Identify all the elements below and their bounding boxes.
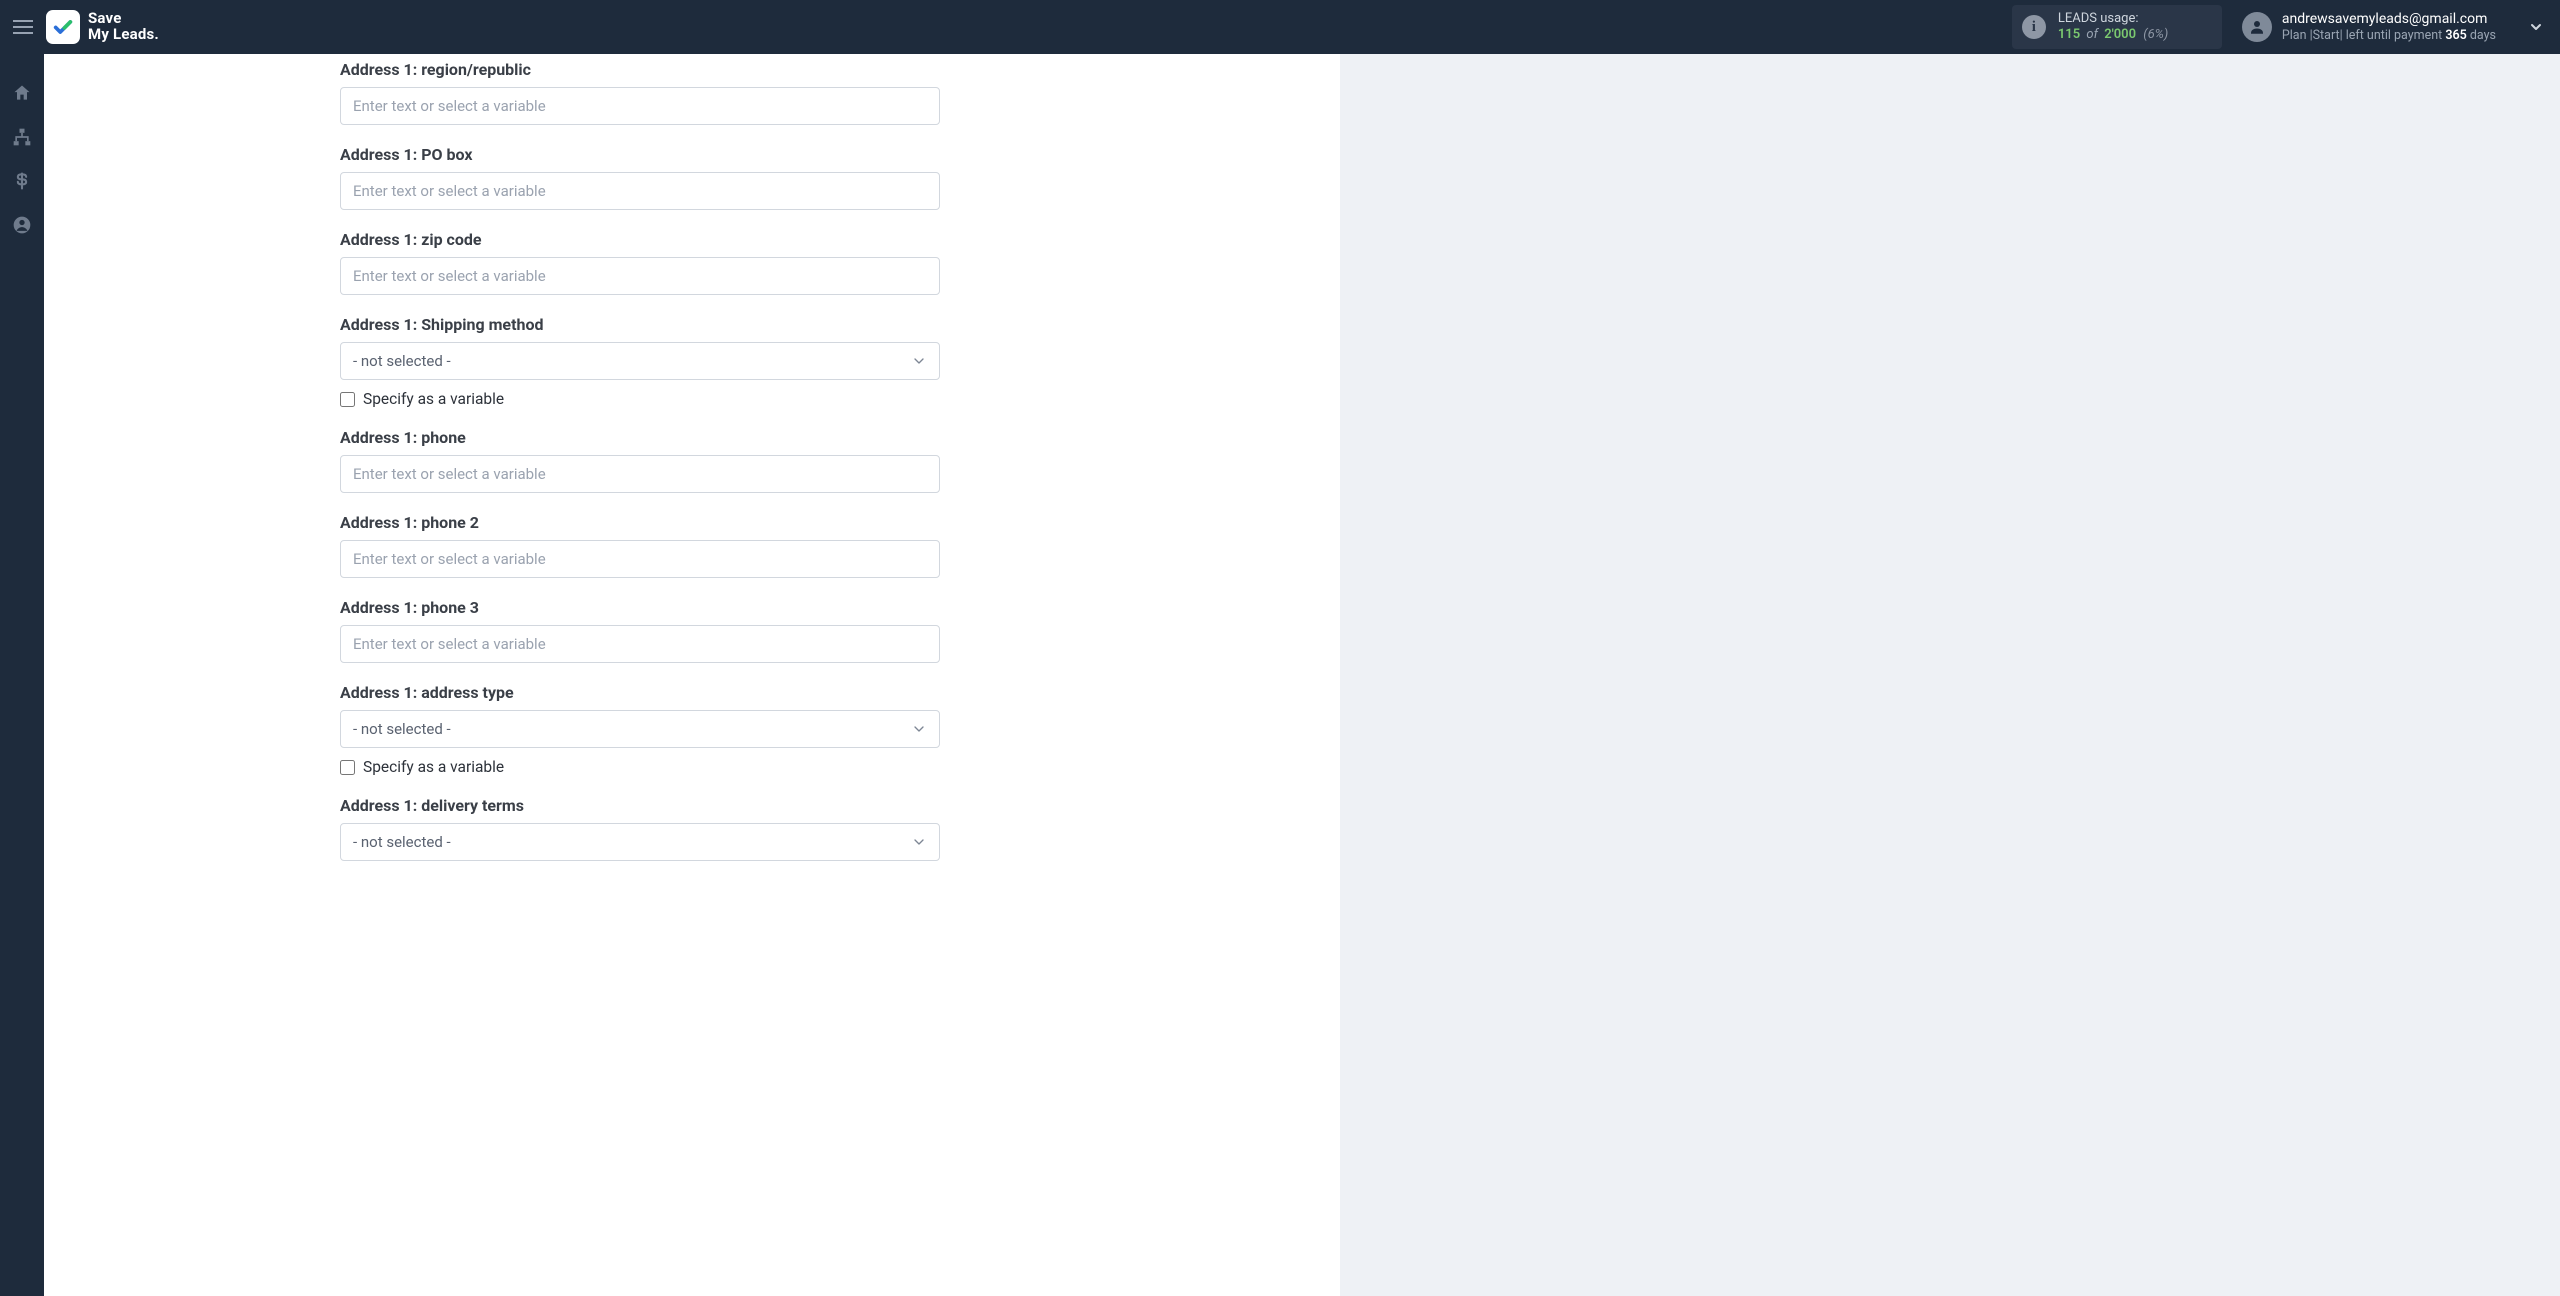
leads-usage-title: LEADS usage: <box>2058 11 2168 27</box>
input-phone-text[interactable] <box>353 456 927 492</box>
input-region-text[interactable] <box>353 88 927 124</box>
leads-of: of <box>2086 27 2098 42</box>
home-icon <box>12 83 32 103</box>
input-phone3[interactable] <box>340 625 940 663</box>
input-phone2[interactable] <box>340 540 940 578</box>
field-region: Address 1: region/republic <box>44 60 1340 125</box>
label-pobox: Address 1: PO box <box>340 145 1044 164</box>
form-card: Address 1: region/republic Address 1: PO… <box>44 54 1340 1296</box>
specify-variable-addrtype[interactable]: Specify as a variable <box>340 758 1044 776</box>
input-phone[interactable] <box>340 455 940 493</box>
plan-days-suffix: days <box>2467 28 2496 43</box>
dollar-icon <box>12 171 32 191</box>
select-delivery-value: - not selected - <box>353 833 451 851</box>
select-addrtype-value: - not selected - <box>353 720 451 738</box>
app-header: Save My Leads. i LEADS usage: 115 of 2'0… <box>0 0 2560 54</box>
leads-total-count: 2'000 <box>2104 27 2136 42</box>
field-phone2: Address 1: phone 2 <box>44 513 1340 578</box>
label-shipping: Address 1: Shipping method <box>340 315 1044 334</box>
input-phone2-text[interactable] <box>353 541 927 577</box>
chevron-down-icon <box>911 834 927 850</box>
chevron-down-icon <box>911 353 927 369</box>
page-scroll[interactable]: Address 1: region/republic Address 1: PO… <box>44 54 2560 1296</box>
label-addrtype: Address 1: address type <box>340 683 1044 702</box>
chevron-down-icon <box>911 721 927 737</box>
leads-usage-text: LEADS usage: 115 of 2'000 (6%) <box>2058 11 2168 44</box>
input-region[interactable] <box>340 87 940 125</box>
field-shipping: Address 1: Shipping method - not selecte… <box>44 315 1340 408</box>
label-phone: Address 1: phone <box>340 428 1044 447</box>
account-plan: Plan |Start| left until payment 365 days <box>2282 28 2496 43</box>
specify-variable-addrtype-checkbox[interactable] <box>340 760 355 775</box>
label-phone3: Address 1: phone 3 <box>340 598 1044 617</box>
specify-variable-shipping-checkbox[interactable] <box>340 392 355 407</box>
user-circle-icon <box>12 215 32 235</box>
user-icon <box>2248 18 2266 36</box>
account-text: andrewsavemyleads@gmail.com Plan |Start|… <box>2282 11 2496 43</box>
label-zip: Address 1: zip code <box>340 230 1044 249</box>
select-shipping-value: - not selected - <box>353 352 451 370</box>
plan-prefix: Plan |Start| left until payment <box>2282 28 2445 43</box>
menu-toggle-button[interactable] <box>8 12 38 42</box>
checkmark-icon <box>52 16 74 38</box>
sitemap-icon <box>12 127 32 147</box>
field-phone3: Address 1: phone 3 <box>44 598 1340 663</box>
field-pobox: Address 1: PO box <box>44 145 1340 210</box>
address-form: Address 1: region/republic Address 1: PO… <box>44 54 1340 861</box>
account-dropdown-toggle[interactable] <box>2526 17 2546 37</box>
nav-billing[interactable] <box>11 170 33 192</box>
account-email: andrewsavemyleads@gmail.com <box>2282 11 2496 28</box>
specify-variable-label: Specify as a variable <box>363 758 504 776</box>
leads-usage-pct: (6%) <box>2143 27 2168 42</box>
info-icon: i <box>2022 15 2046 39</box>
account-panel[interactable]: andrewsavemyleads@gmail.com Plan |Start|… <box>2242 11 2496 43</box>
leads-usage-pill[interactable]: i LEADS usage: 115 of 2'000 (6%) <box>2012 5 2222 50</box>
nav-home[interactable] <box>11 82 33 104</box>
brand-name: Save My Leads. <box>88 11 159 43</box>
label-delivery: Address 1: delivery terms <box>340 796 1044 815</box>
plan-days: 365 <box>2445 28 2466 43</box>
leads-used-count: 115 <box>2058 27 2080 42</box>
select-delivery[interactable]: - not selected - <box>340 823 940 861</box>
app-logo <box>46 10 80 44</box>
chevron-down-icon <box>2528 19 2544 35</box>
label-phone2: Address 1: phone 2 <box>340 513 1044 532</box>
input-phone3-text[interactable] <box>353 626 927 662</box>
nav-account[interactable] <box>11 214 33 236</box>
specify-variable-shipping[interactable]: Specify as a variable <box>340 390 1044 408</box>
field-delivery: Address 1: delivery terms - not selected… <box>44 796 1340 861</box>
brand-line2: My Leads. <box>88 27 159 43</box>
select-shipping[interactable]: - not selected - <box>340 342 940 380</box>
field-phone: Address 1: phone <box>44 428 1340 493</box>
field-zip: Address 1: zip code <box>44 230 1340 295</box>
input-zip[interactable] <box>340 257 940 295</box>
select-addrtype[interactable]: - not selected - <box>340 710 940 748</box>
label-region: Address 1: region/republic <box>340 60 1044 79</box>
input-zip-text[interactable] <box>353 258 927 294</box>
field-addrtype: Address 1: address type - not selected -… <box>44 683 1340 776</box>
input-pobox[interactable] <box>340 172 940 210</box>
specify-variable-label: Specify as a variable <box>363 390 504 408</box>
avatar <box>2242 12 2272 42</box>
nav-connections[interactable] <box>11 126 33 148</box>
input-pobox-text[interactable] <box>353 173 927 209</box>
left-sidebar <box>0 54 44 1296</box>
